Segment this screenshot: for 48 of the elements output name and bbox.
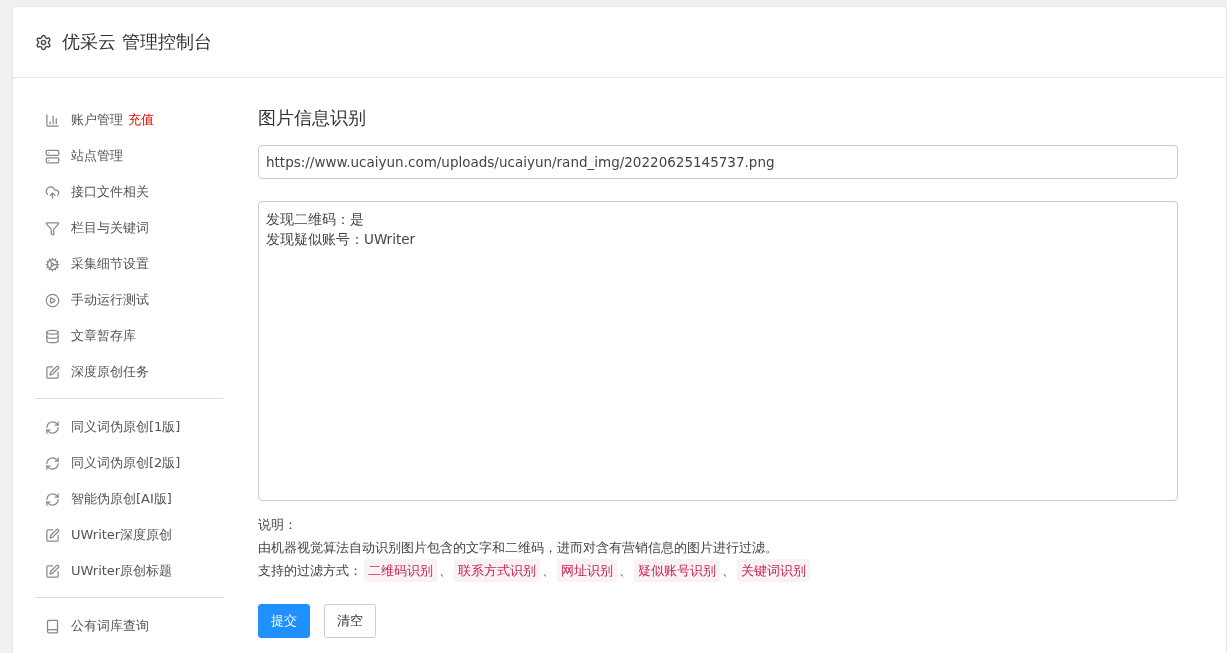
database-icon [45, 328, 60, 344]
sidebar-item[interactable]: 同义词伪原创[1版] [35, 409, 223, 445]
result-line: 发现疑似账号：UWriter [266, 230, 417, 249]
sidebar-item[interactable]: 账户管理 充值 [35, 102, 223, 138]
edit-icon [45, 563, 60, 579]
sidebar-item[interactable]: 深度原创任务 [35, 354, 223, 390]
separator: 、 [542, 562, 555, 580]
filter-method-tag: 联系方式识别 [454, 559, 540, 582]
filter-method-tag: 关键词识别 [737, 559, 810, 582]
refresh-icon [45, 419, 60, 435]
notes-description: 由机器视觉算法自动识别图片包含的文字和二维码，进而对含有营销信息的图片进行过滤。 [258, 539, 779, 557]
bar-chart-icon [45, 112, 60, 128]
sidebar-item[interactable]: UWriter原创标题 [35, 553, 223, 589]
sidebar-item[interactable]: UWriter深度原创 [35, 517, 223, 553]
edit-icon [45, 364, 60, 380]
url-field[interactable]: https://www.ucaiyun.com/uploads/ucaiyun/rand_img/20220625145737.png [258, 145, 1178, 179]
clear-button[interactable]: 清空 [324, 604, 376, 638]
book-icon [45, 618, 60, 634]
settings-icon [35, 33, 52, 51]
sidebar-item[interactable]: 栏目与关键词 [35, 210, 223, 246]
edit-icon [45, 527, 60, 543]
sidebar-item[interactable]: 同义词伪原创[2版] [35, 445, 223, 481]
server-icon [45, 148, 60, 164]
methods-label: 支持的过滤方式： [258, 562, 362, 580]
separator: 、 [619, 562, 632, 580]
result-line: 发现二维码：是 [266, 210, 365, 229]
separator: 、 [722, 562, 735, 580]
sidebar-item[interactable]: 文章暂存库 [35, 318, 223, 354]
sidebar-item[interactable]: 站点管理 [35, 138, 223, 174]
filter-method-tag: 网址识别 [557, 559, 617, 582]
gears-icon [45, 256, 60, 272]
cloud-upload-icon [45, 184, 60, 200]
filter-method-tag: 疑似账号识别 [634, 559, 720, 582]
sidebar-item[interactable]: 采集细节设置 [35, 246, 223, 282]
refresh-icon [45, 455, 60, 471]
result-box[interactable]: 发现二维码：是 发现疑似账号：UWriter [258, 201, 1178, 501]
sidebar-item[interactable]: 智能伪原创[AI版] [35, 481, 223, 517]
console-title: 优采云 管理控制台 [62, 30, 212, 54]
sidebar-item[interactable]: 手动运行测试 [35, 282, 223, 318]
filter-method-tag: 二维码识别 [364, 559, 437, 582]
page-title: 图片信息识别 [258, 106, 367, 130]
sidebar-item[interactable]: 公有词库查询 [35, 608, 223, 644]
notes-heading: 说明： [258, 516, 298, 534]
play-icon [45, 292, 60, 308]
separator: 、 [439, 562, 452, 580]
sidebar-item[interactable]: 接口文件相关 [35, 174, 223, 210]
filter-icon [45, 220, 60, 236]
refresh-icon [45, 491, 60, 507]
